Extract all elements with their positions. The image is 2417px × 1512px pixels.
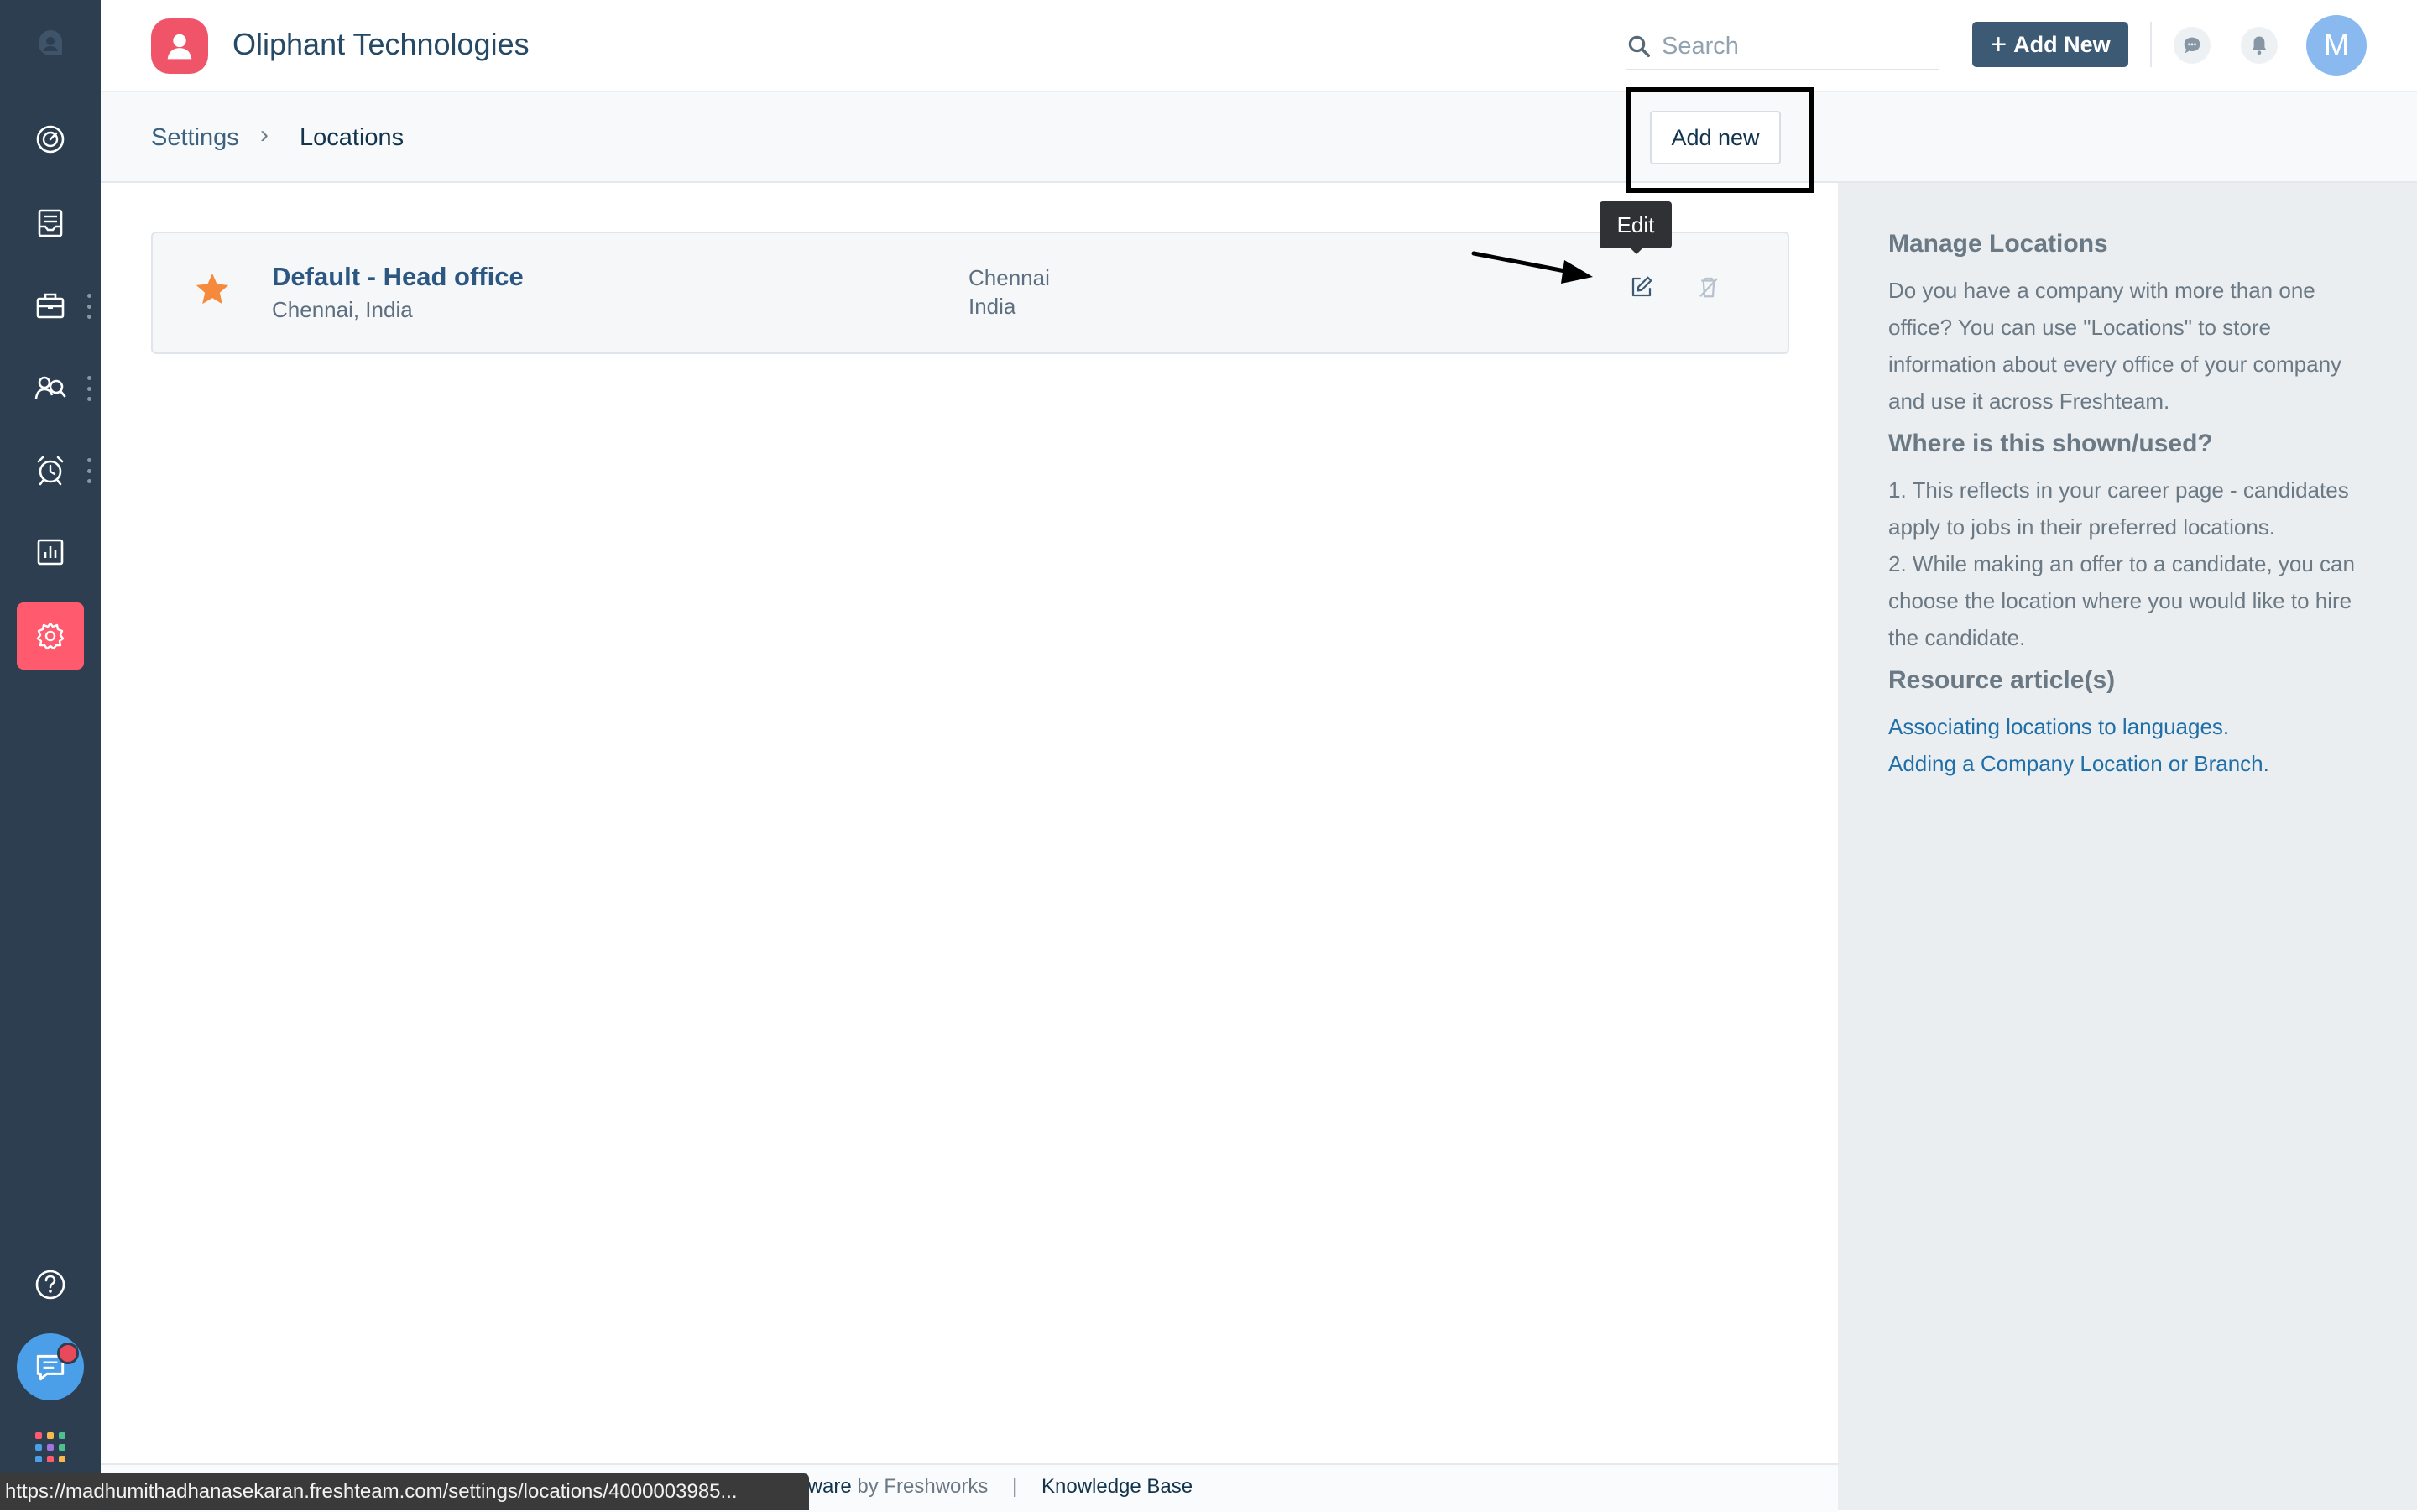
briefcase-icon [36,293,65,319]
chat-launcher-button[interactable] [17,1333,84,1400]
breadcrumb-settings-link[interactable]: Settings [151,124,239,152]
apps-grid-dot [35,1456,42,1462]
apps-grid-dot [35,1432,42,1439]
sidebar-item-settings[interactable] [17,602,84,670]
sidebar-item-jobs[interactable] [17,272,84,339]
sidebar [0,0,101,1510]
help-side-panel: Manage Locations Do you have a company w… [1838,183,2417,1510]
add-new-location-button[interactable]: Add new [1650,111,1781,164]
people-search-icon [34,376,66,399]
apps-grid-dot [59,1432,65,1439]
sidebar-item-reports[interactable] [17,519,84,586]
footer-separator: | [1012,1475,1018,1498]
sidebar-more-jobs[interactable] [86,294,92,319]
notifications-button[interactable] [2241,27,2278,64]
top-header: Oliphant Technologies + Add New M [101,0,2417,92]
sidebar-profile[interactable] [17,10,84,77]
annotation-arrow-icon [1471,251,1593,284]
browser-status-url: https://madhumithadhanasekaran.freshteam… [0,1473,809,1510]
sidebar-more-time-off[interactable] [86,458,92,483]
add-new-button[interactable]: + Add New [1972,22,2128,67]
page-title: Locations [300,124,405,151]
person-logo-icon [167,34,192,60]
resource-link-company-location[interactable]: Adding a Company Location or Branch. [1888,745,2375,782]
page-subheader: Settings › Locations Add new [101,87,2417,193]
apps-grid-dot [47,1444,54,1451]
delete-location-button [1690,269,1727,305]
breadcrumb-chevron-icon: › [260,121,269,149]
speech-bubble-icon [2184,37,2200,54]
company-name: Oliphant Technologies [232,27,530,61]
footer-knowledge-base-link[interactable]: Knowledge Base [1041,1475,1193,1498]
help-panel-resources-heading: Resource article(s) [1888,666,2116,694]
user-avatar[interactable]: M [2306,15,2367,76]
header-divider [2150,22,2152,67]
sidebar-item-time-off[interactable] [17,436,84,503]
sidebar-item-help[interactable] [17,1251,84,1318]
tooltip-tail [1629,247,1644,254]
sidebar-item-candidates[interactable] [17,354,84,421]
apps-grid-dot [47,1456,54,1462]
sidebar-item-dashboard[interactable] [17,106,84,173]
apps-grid-icon[interactable] [35,1432,65,1462]
help-panel-intro: Do you have a company with more than one… [1888,278,2342,414]
logo-avatar-icon [39,30,62,55]
chat-messages-button[interactable] [2174,27,2211,64]
default-star-icon [196,273,229,305]
alarm-clock-icon [37,456,64,486]
edit-tooltip: Edit [1600,201,1672,248]
search-box[interactable] [1626,25,1939,70]
footer-software-text: tware [802,1475,852,1498]
chat-notification-dot [57,1343,79,1364]
location-city: Chennai [968,265,1050,290]
settings-gear-icon [36,622,65,650]
search-input[interactable] [1660,29,1932,64]
help-icon [35,1270,65,1300]
resource-link-languages[interactable]: Associating locations to languages. [1888,708,2375,745]
company-logo [151,18,208,74]
help-panel-point-1: 1. This reflects in your career page - c… [1888,477,2349,540]
plus-icon: + [1990,29,2007,60]
apps-grid-dot [47,1432,54,1439]
add-new-button-label: Add New [2013,31,2111,57]
help-panel-title: Manage Locations [1888,230,2108,258]
help-panel-point-2: 2. While making an offer to a candidate,… [1888,551,2355,650]
apps-grid-dot [35,1444,42,1451]
location-subtitle: Chennai, India [272,297,413,322]
apps-grid-dot [59,1444,65,1451]
edit-pencil-icon [1631,276,1652,297]
bell-icon [2252,36,2267,55]
reports-chart-icon [37,539,64,566]
delete-disabled-icon [1699,277,1718,298]
apps-grid-dot [59,1456,65,1462]
search-icon [1628,35,1650,57]
footer-by-freshworks[interactable]: by Freshworks [857,1475,988,1498]
sidebar-more-candidates[interactable] [86,376,92,401]
dashboard-gauge-icon [36,125,65,154]
location-name[interactable]: Default - Head office [272,262,524,292]
location-country: India [968,294,1016,319]
edit-location-button[interactable] [1623,269,1660,305]
sidebar-item-inbox[interactable] [17,190,84,257]
help-panel-where-heading: Where is this shown/used? [1888,430,2213,457]
inbox-tray-icon [38,209,63,237]
